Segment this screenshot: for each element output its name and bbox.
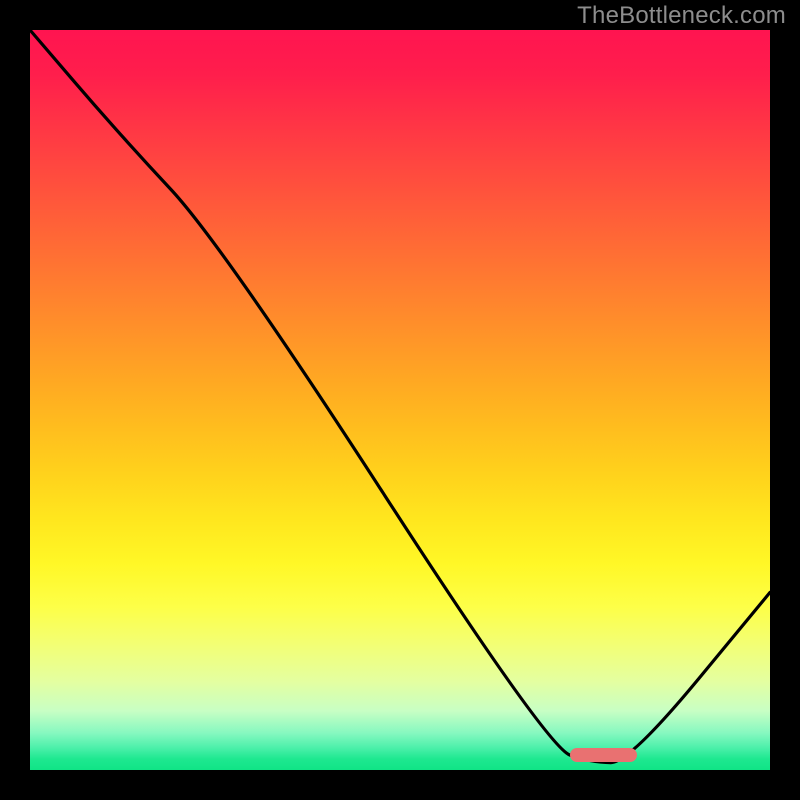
- bottleneck-curve: [30, 30, 770, 770]
- watermark-text: TheBottleneck.com: [577, 2, 786, 30]
- chart-frame: TheBottleneck.com: [0, 0, 800, 800]
- plot-area: [30, 30, 770, 770]
- sweet-spot-marker: [570, 748, 637, 762]
